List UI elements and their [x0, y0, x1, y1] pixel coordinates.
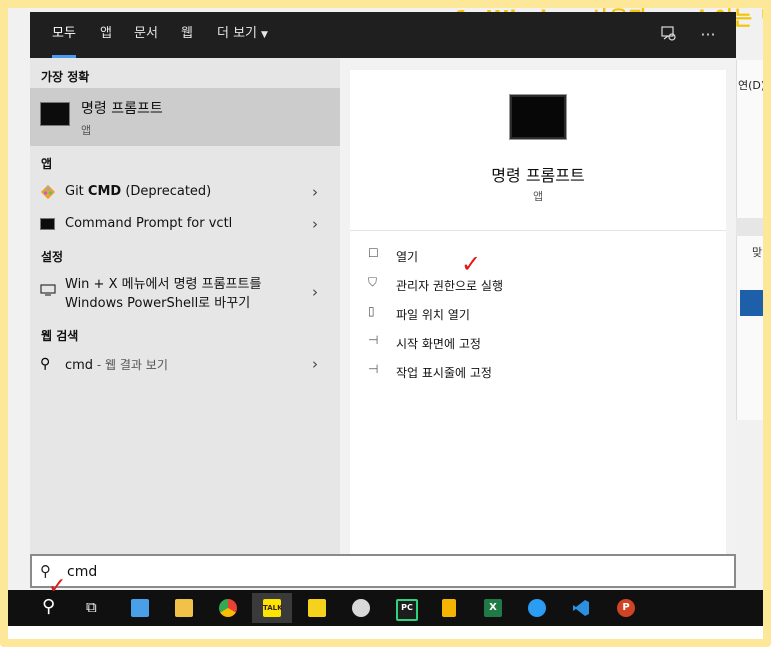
outer-frame	[0, 0, 771, 647]
